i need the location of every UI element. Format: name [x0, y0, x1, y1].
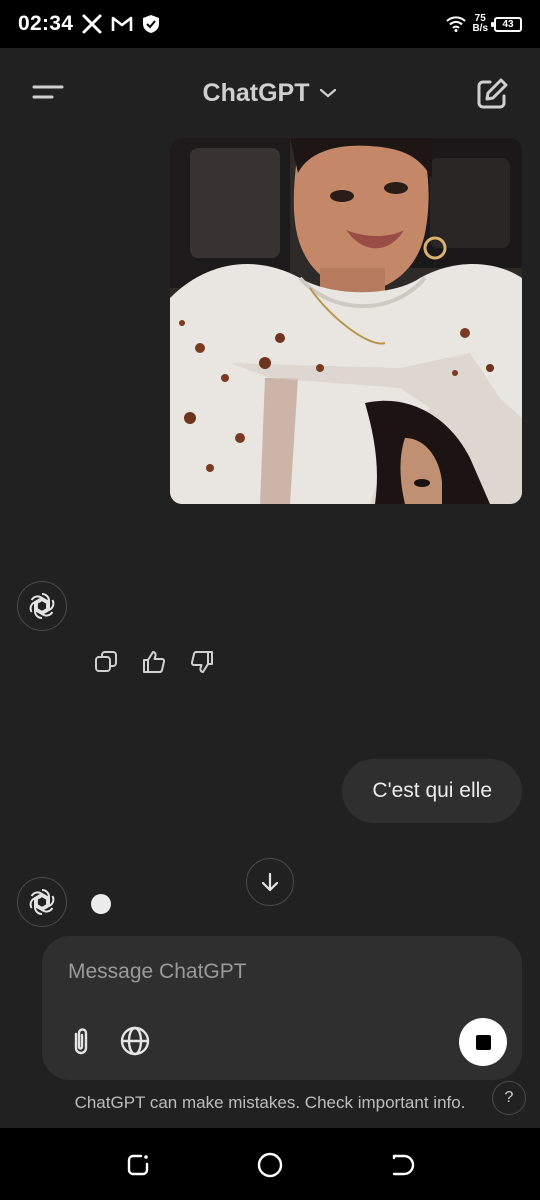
menu-icon	[32, 85, 64, 99]
copy-icon	[95, 651, 117, 672]
assistant-avatar	[17, 581, 67, 631]
battery-level: 43	[502, 18, 514, 30]
copy-button[interactable]	[92, 648, 120, 676]
gmail-icon	[111, 16, 133, 31]
back-icon	[392, 1154, 415, 1176]
network-speed-unit: B/s	[472, 23, 488, 34]
disclaimer-text: ChatGPT can make mistakes. Check importa…	[74, 1093, 466, 1112]
attach-button[interactable]	[64, 1024, 98, 1058]
stop-generating-button[interactable]	[459, 1018, 507, 1066]
thumbs-up-icon	[143, 651, 166, 673]
menu-button[interactable]	[30, 78, 66, 108]
home-button[interactable]	[255, 1150, 285, 1180]
new-chat-button[interactable]	[474, 76, 510, 112]
network-speed: 75 B/s	[472, 14, 488, 34]
app-title: ChatGPT	[202, 78, 310, 107]
back-button[interactable]	[387, 1150, 417, 1180]
chevron-down-icon	[320, 88, 337, 98]
chatgpt-screen: 02:34 75 B/s 43 ChatGPT C'est qui elle M…	[0, 0, 540, 1200]
status-bar: 02:34 75 B/s 43	[0, 0, 540, 48]
openai-logo-icon	[29, 889, 55, 915]
model-selector[interactable]: ChatGPT	[203, 79, 338, 108]
home-circle-icon	[257, 1152, 283, 1178]
message-input[interactable]	[68, 954, 468, 990]
thumbs-down-icon	[190, 651, 213, 673]
recents-icon	[127, 1154, 149, 1176]
paperclip-icon	[74, 1028, 88, 1055]
openai-logo-icon	[29, 593, 55, 619]
help-button[interactable]: ?	[492, 1081, 526, 1115]
shield-icon	[143, 15, 160, 33]
recents-button[interactable]	[123, 1150, 153, 1180]
typing-indicator	[91, 894, 111, 914]
help-label: ?	[504, 1089, 514, 1106]
globe-icon	[120, 1026, 150, 1056]
arrow-down-icon	[261, 872, 279, 892]
wifi-icon	[446, 16, 467, 32]
assistant-avatar	[17, 877, 67, 927]
thumbs-up-button[interactable]	[140, 648, 168, 676]
system-indicators: 75 B/s 43	[446, 14, 522, 34]
app-header: ChatGPT	[0, 48, 540, 138]
photo-image	[170, 138, 522, 504]
uploaded-photo[interactable]	[170, 138, 522, 504]
stop-icon	[475, 1034, 491, 1050]
x-logo-icon	[82, 14, 102, 34]
message-actions	[92, 648, 216, 676]
battery-icon: 43	[491, 16, 522, 32]
thumbs-down-button[interactable]	[188, 648, 216, 676]
new-chat-icon	[477, 78, 508, 109]
scroll-to-bottom-button[interactable]	[246, 858, 294, 906]
system-navigation-bar	[0, 1128, 540, 1200]
title-container: ChatGPT	[0, 75, 540, 111]
user-message-bubble: C'est qui elle	[342, 759, 522, 823]
status-time: 02:34	[18, 12, 74, 35]
web-search-button[interactable]	[118, 1024, 152, 1058]
notification-icons	[82, 14, 160, 34]
user-message-text: C'est qui elle	[372, 779, 492, 802]
message-composer	[42, 936, 522, 1080]
